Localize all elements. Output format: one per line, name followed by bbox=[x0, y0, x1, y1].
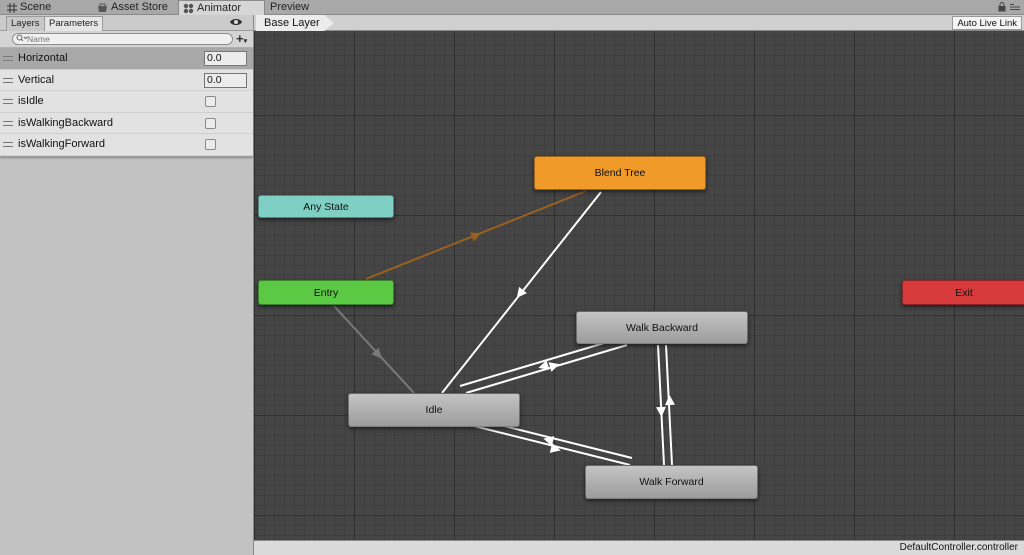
parameter-name: isWalkingBackward bbox=[18, 116, 113, 129]
state-machine-graph[interactable]: Blend Tree Any State Entry Exit Walk Bac… bbox=[254, 15, 1024, 540]
transition-arrow-icon bbox=[665, 395, 675, 406]
tab-parameters[interactable]: Parameters bbox=[44, 16, 104, 31]
parameter-list: Horizontal 0.0 Vertical 0.0 isIdle isWal… bbox=[0, 48, 253, 157]
bool-checkbox[interactable] bbox=[205, 96, 216, 107]
grid-icon bbox=[6, 2, 17, 13]
graph-toolbar: Base Layer Auto Live Link bbox=[254, 15, 1024, 31]
panel-tabs: Layers Parameters bbox=[0, 15, 253, 31]
transition-entry-to-idle[interactable] bbox=[333, 305, 415, 394]
transition-walk-backward-to-walk-forward[interactable] bbox=[657, 344, 665, 466]
state-label: Walk Backward bbox=[626, 321, 698, 334]
store-icon bbox=[97, 2, 108, 13]
float-value-field[interactable]: 0.0 bbox=[204, 51, 247, 66]
tab-animator[interactable]: Animator bbox=[178, 0, 265, 16]
search-icon bbox=[16, 34, 28, 44]
state-blend-tree[interactable]: Blend Tree bbox=[534, 156, 706, 190]
parameter-row-vertical[interactable]: Vertical 0.0 bbox=[0, 69, 253, 91]
parameter-name: Vertical bbox=[18, 73, 55, 86]
state-label: Any State bbox=[303, 200, 349, 213]
state-entry[interactable]: Entry bbox=[258, 280, 394, 305]
drag-handle-icon[interactable] bbox=[3, 77, 13, 83]
state-any-state[interactable]: Any State bbox=[258, 195, 394, 218]
parameter-row-horizontal[interactable]: Horizontal 0.0 bbox=[0, 48, 253, 70]
transition-walk-backward-to-idle[interactable] bbox=[459, 337, 622, 387]
state-label: Entry bbox=[313, 286, 339, 299]
tab-preview-label: Preview bbox=[270, 1, 310, 13]
add-parameter-label: + bbox=[236, 31, 244, 46]
controller-file-name: DefaultController.controller bbox=[899, 542, 1018, 553]
parameter-row-iswalkingforward[interactable]: isWalkingForward bbox=[0, 134, 253, 156]
transition-layer bbox=[333, 190, 675, 466]
tab-animator-label: Animator bbox=[197, 2, 242, 14]
search-field[interactable] bbox=[12, 33, 233, 45]
state-exit[interactable]: Exit bbox=[902, 280, 1024, 305]
search-input[interactable] bbox=[27, 34, 207, 44]
window-tab-bar: Scene Asset Store Animator Preview bbox=[0, 0, 1024, 16]
state-label: Exit bbox=[955, 286, 973, 299]
eye-icon[interactable] bbox=[229, 17, 243, 28]
parameter-name: isIdle bbox=[18, 95, 44, 107]
status-bar: DefaultController.controller bbox=[254, 540, 1024, 555]
tab-preview[interactable]: Preview bbox=[266, 0, 336, 15]
parameter-row-isidle[interactable]: isIdle bbox=[0, 91, 253, 113]
tab-scene-label: Scene bbox=[20, 1, 52, 13]
drag-handle-icon[interactable] bbox=[3, 120, 13, 126]
drag-handle-icon[interactable] bbox=[3, 99, 13, 104]
tab-asset-store[interactable]: Asset Store bbox=[93, 0, 177, 15]
parameter-name: Horizontal bbox=[18, 52, 68, 64]
state-walk-forward[interactable]: Walk Forward bbox=[585, 465, 758, 499]
menu-icon[interactable] bbox=[1010, 2, 1020, 15]
auto-live-link-button[interactable]: Auto Live Link bbox=[952, 16, 1022, 30]
window-controls bbox=[998, 2, 1020, 15]
parameter-row-iswalkingbackward[interactable]: isWalkingBackward bbox=[0, 112, 253, 134]
state-label: Blend Tree bbox=[594, 167, 646, 179]
tab-scene[interactable]: Scene bbox=[2, 0, 92, 15]
state-label: Idle bbox=[425, 404, 443, 416]
transition-arrow-icon bbox=[470, 232, 482, 242]
drag-handle-icon[interactable] bbox=[3, 142, 13, 147]
animator-icon bbox=[183, 3, 194, 14]
parameters-panel: Layers Parameters +▾ Horizontal 0.0 Vert… bbox=[0, 15, 254, 555]
bool-checkbox[interactable] bbox=[205, 117, 216, 129]
state-idle[interactable]: Idle bbox=[348, 393, 520, 427]
transition-arrow-icon bbox=[656, 406, 666, 417]
bool-checkbox[interactable] bbox=[205, 139, 216, 150]
state-label: Walk Forward bbox=[639, 476, 704, 488]
add-parameter-button[interactable]: +▾ bbox=[236, 32, 247, 48]
lock-icon[interactable] bbox=[998, 2, 1006, 15]
tab-layers[interactable]: Layers bbox=[6, 16, 45, 31]
search-row: +▾ bbox=[0, 31, 253, 48]
float-value-field[interactable]: 0.0 bbox=[204, 72, 247, 88]
dropdown-arrow-icon: ▾ bbox=[243, 38, 248, 45]
state-walk-backward[interactable]: Walk Backward bbox=[576, 311, 748, 344]
tab-asset-store-label: Asset Store bbox=[111, 1, 168, 13]
drag-handle-icon[interactable] bbox=[3, 56, 13, 61]
breadcrumb-base-layer[interactable]: Base Layer bbox=[256, 15, 334, 31]
parameter-name: isWalkingForward bbox=[18, 138, 106, 150]
